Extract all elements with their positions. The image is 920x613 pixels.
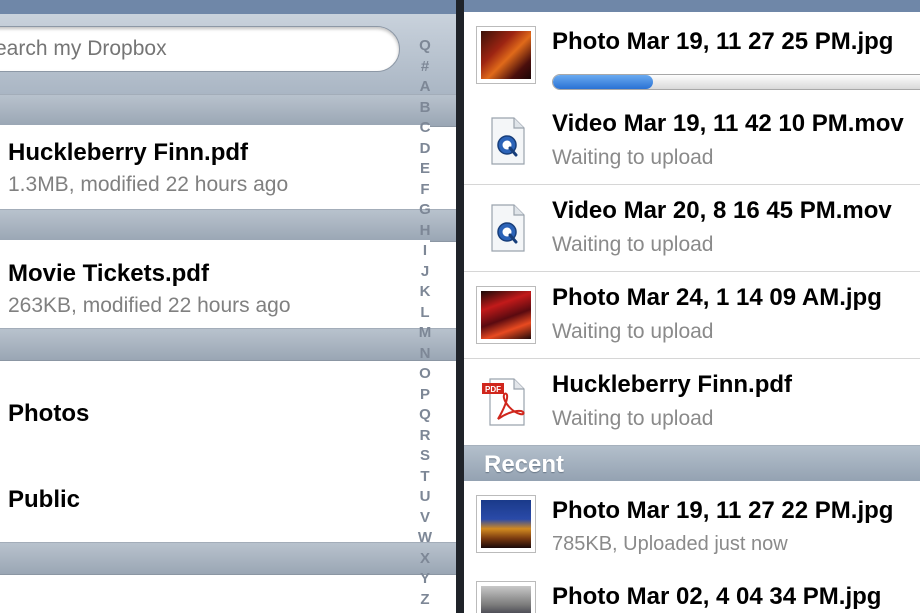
index-letter[interactable]: J (413, 262, 437, 283)
index-letter[interactable]: # (413, 57, 437, 78)
recent-section-header: Recent (464, 445, 920, 482)
index-letter[interactable]: P (413, 385, 437, 406)
photo-thumbnail (476, 581, 536, 613)
photo-thumbnail (476, 26, 536, 84)
index-letter[interactable]: A (413, 77, 437, 98)
search-bar (0, 14, 456, 94)
upload-progress-bar (552, 74, 920, 90)
section-header (0, 209, 456, 242)
index-letter[interactable]: H (413, 221, 437, 242)
pdf-file-icon: PDF (482, 378, 525, 426)
photo-image (481, 291, 531, 339)
index-letter[interactable]: O (413, 364, 437, 385)
upload-row[interactable]: Photo Mar 19, 11 27 25 PM.jpg (464, 12, 920, 99)
index-letter[interactable]: K (413, 282, 437, 303)
folder-row-photos[interactable]: Photos (0, 370, 430, 457)
quicktime-file-icon (491, 117, 525, 165)
folder-title: Public (8, 486, 81, 513)
index-letter[interactable]: N (413, 344, 437, 365)
upload-row[interactable]: Photo Mar 24, 1 14 09 AM.jpg Waiting to … (464, 272, 920, 359)
index-letter[interactable]: F (413, 180, 437, 201)
upload-file-name: Photo Mar 24, 1 14 09 AM.jpg (552, 284, 882, 311)
upload-status: Waiting to upload (552, 320, 714, 343)
section-header (0, 328, 456, 361)
folder-title: Photos (8, 400, 90, 427)
recent-row[interactable]: Photo Mar 19, 11 27 22 PM.jpg 785KB, Upl… (464, 481, 920, 570)
index-letter[interactable]: Q (413, 405, 437, 426)
navigation-bar (464, 0, 920, 12)
file-row-huckleberry-finn[interactable]: Huckleberry Finn.pdf 1.3MB, modified 22 … (0, 125, 430, 209)
upload-file-name: Video Mar 20, 8 16 45 PM.mov (552, 197, 892, 224)
index-letter[interactable]: Y (413, 569, 437, 590)
upload-progress-fill (553, 75, 653, 89)
recent-file-name: Photo Mar 02, 4 04 34 PM.jpg (552, 583, 882, 610)
upload-file-name: Huckleberry Finn.pdf (552, 371, 793, 398)
folder-row-public[interactable]: Public (0, 456, 430, 543)
index-letter[interactable]: V (413, 508, 437, 529)
index-letter[interactable]: M (413, 323, 437, 344)
file-browser-pane: Huckleberry Finn.pdf 1.3MB, modified 22 … (0, 0, 456, 613)
file-title: Movie Tickets.pdf (8, 260, 209, 287)
search-input[interactable] (0, 26, 400, 72)
photo-thumbnail (476, 495, 536, 553)
index-letter[interactable]: L (413, 303, 437, 324)
split-view-divider (456, 0, 464, 613)
photo-thumbnail (476, 286, 536, 344)
index-letter[interactable]: I (413, 241, 437, 262)
pdf-badge-label: PDF (485, 385, 501, 394)
index-search-icon[interactable]: Q (413, 36, 437, 57)
navigation-bar (0, 0, 456, 14)
index-letter[interactable]: Z (413, 590, 437, 611)
recent-row[interactable]: Photo Mar 02, 4 04 34 PM.jpg (464, 569, 920, 613)
index-letter[interactable]: X (413, 549, 437, 570)
index-letter[interactable]: R (413, 426, 437, 447)
photo-image (481, 586, 531, 613)
file-title: Huckleberry Finn.pdf (8, 139, 249, 166)
photo-image (481, 31, 531, 79)
upload-row[interactable]: Video Mar 19, 11 42 10 PM.mov Waiting to… (464, 98, 920, 185)
recent-section-label: Recent (484, 451, 565, 478)
upload-file-name: Video Mar 19, 11 42 10 PM.mov (552, 110, 904, 137)
index-letter[interactable]: G (413, 200, 437, 221)
index-letter[interactable]: T (413, 467, 437, 488)
index-letter[interactable]: U (413, 487, 437, 508)
index-letter[interactable]: B (413, 98, 437, 119)
index-letter[interactable]: C (413, 118, 437, 139)
recent-file-name: Photo Mar 19, 11 27 22 PM.jpg (552, 497, 894, 524)
section-header (0, 542, 456, 575)
upload-row[interactable]: PDF Huckleberry Finn.pdf Waiting to uplo… (464, 359, 920, 446)
index-letter[interactable]: E (413, 159, 437, 180)
upload-file-name: Photo Mar 19, 11 27 25 PM.jpg (552, 28, 894, 55)
section-index-bar[interactable]: Q # A B C D E F G H I J K L M N O P Q R … (413, 36, 437, 608)
file-row-movie-tickets[interactable]: Movie Tickets.pdf 263KB, modified 22 hou… (0, 240, 430, 328)
upload-status: Waiting to upload (552, 233, 714, 256)
index-letter[interactable]: D (413, 139, 437, 160)
quicktime-file-icon (491, 204, 525, 252)
index-letter[interactable]: W (413, 528, 437, 549)
recent-file-status: 785KB, Uploaded just now (552, 533, 788, 555)
uploads-pane: Photo Mar 19, 11 27 25 PM.jpg Video Mar … (464, 0, 920, 613)
list-item[interactable] (0, 580, 430, 613)
upload-row[interactable]: Video Mar 20, 8 16 45 PM.mov Waiting to … (464, 185, 920, 272)
file-subtitle: 263KB, modified 22 hours ago (8, 294, 291, 317)
photo-image (481, 500, 531, 548)
upload-status: Waiting to upload (552, 407, 714, 430)
file-subtitle: 1.3MB, modified 22 hours ago (8, 173, 289, 196)
upload-status: Waiting to upload (552, 146, 714, 169)
section-header (0, 94, 456, 127)
index-letter[interactable]: S (413, 446, 437, 467)
